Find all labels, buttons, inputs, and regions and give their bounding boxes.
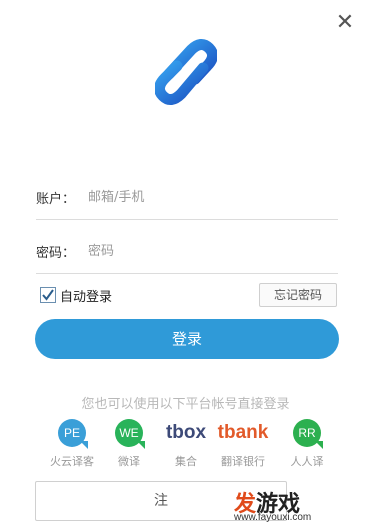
provider-label: 人人译 <box>290 455 324 468</box>
account-input[interactable] <box>86 188 290 206</box>
rr-logo-icon: RR <box>293 419 323 449</box>
provider-huoyun[interactable]: PE 火云译客 <box>40 417 104 469</box>
provider-label: 翻译银行 <box>221 455 265 468</box>
forgot-password-button[interactable]: 忘记密码 <box>259 283 337 307</box>
app-logo <box>154 36 218 108</box>
we-logo-icon: WE <box>115 419 145 449</box>
provider-weiyi[interactable]: WE 微译 <box>97 417 161 469</box>
provider-jihe[interactable]: tbox 集合 <box>154 417 218 469</box>
pe-logo-icon: PE <box>58 419 88 449</box>
account-field: 账户： <box>36 175 338 220</box>
tbank-logo-icon: tbank <box>217 422 269 443</box>
provider-label: 集合 <box>175 455 197 468</box>
password-field: 密码： <box>36 229 338 274</box>
close-icon: ✕ <box>335 10 355 35</box>
provider-list: PE 火云译客 WE 微译 tbox 集合 tbank 翻译银行 RR 人人译 <box>0 417 371 469</box>
auto-login-checkbox[interactable] <box>40 287 56 303</box>
password-input[interactable] <box>86 242 290 260</box>
provider-label: 火云译客 <box>50 455 94 468</box>
tbox-logo-icon: tbox <box>165 422 207 443</box>
link-logo-icon <box>154 39 218 105</box>
provider-renrenyi[interactable]: RR 人人译 <box>275 417 339 469</box>
close-button[interactable]: ✕ <box>333 11 357 35</box>
auto-login-option[interactable]: 自动登录 <box>40 285 112 305</box>
provider-label: 微译 <box>118 455 140 468</box>
watermark-url: www.fayouxi.com <box>234 512 312 523</box>
auto-login-label: 自动登录 <box>60 289 113 305</box>
account-label: 账户： <box>36 191 76 207</box>
login-button[interactable]: 登录 <box>35 319 339 359</box>
provider-tbank[interactable]: tbank 翻译银行 <box>211 417 275 469</box>
password-label: 密码： <box>36 245 76 261</box>
alt-login-prompt: 您也可以使用以下平台帐号直接登录 <box>81 397 290 412</box>
checkmark-icon <box>42 289 54 301</box>
